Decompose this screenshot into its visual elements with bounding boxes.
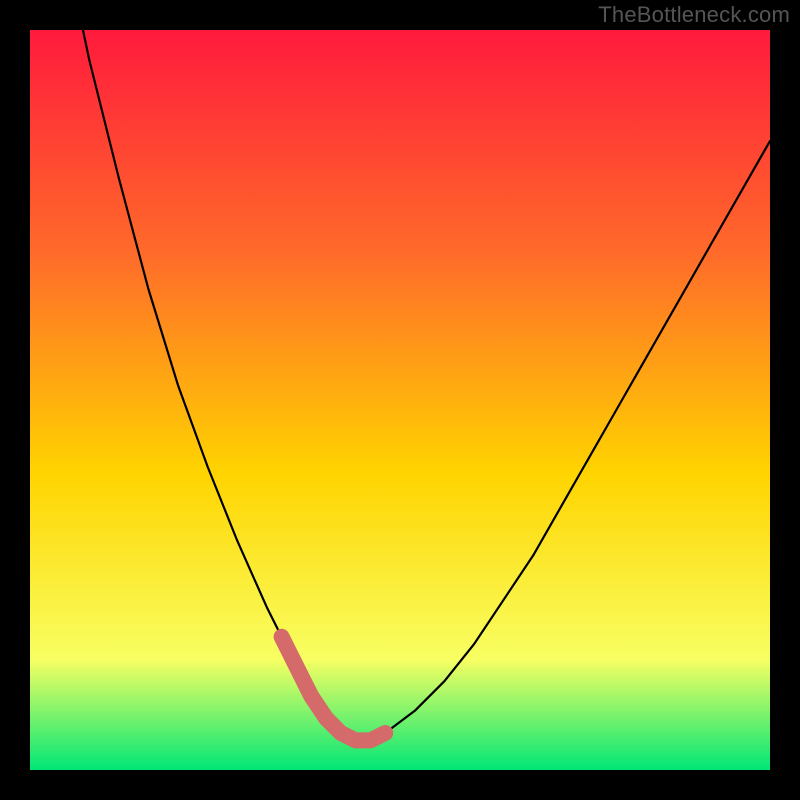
gradient-background [30, 30, 770, 770]
bottleneck-chart [30, 30, 770, 770]
chart-frame: TheBottleneck.com [0, 0, 800, 800]
watermark-text: TheBottleneck.com [598, 2, 790, 28]
plot-area [30, 30, 770, 770]
